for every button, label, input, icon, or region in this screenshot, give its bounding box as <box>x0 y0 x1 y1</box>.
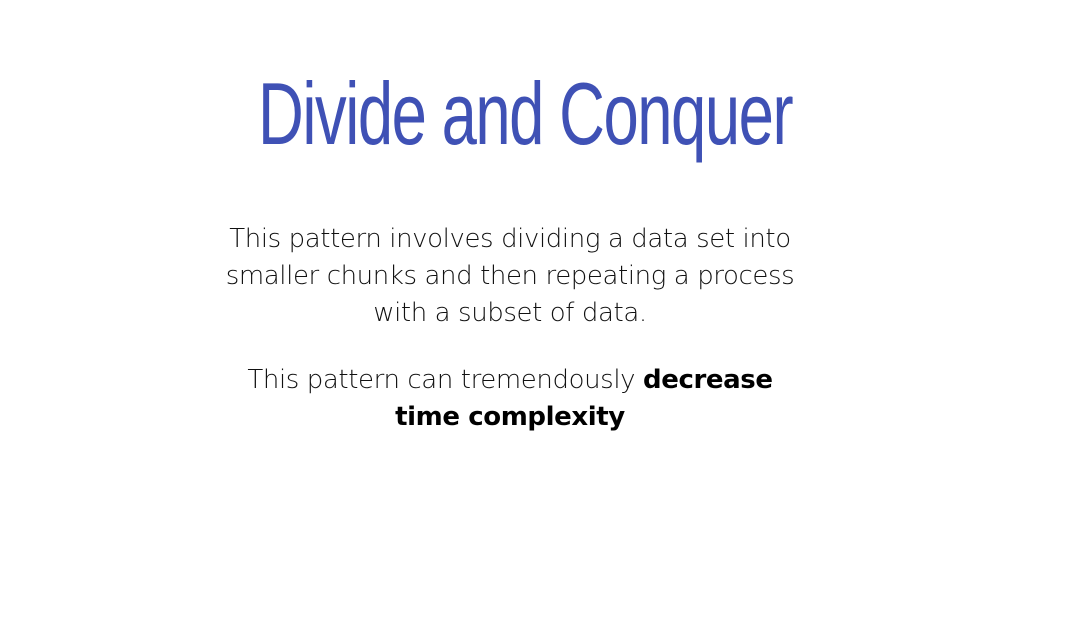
emphasis-paragraph-text: This pattern can tremendously <box>247 365 643 395</box>
slide-title: Divide and Conquer <box>258 64 794 163</box>
slide: Divide and Conquer This pattern involves… <box>0 0 1081 637</box>
emphasis-paragraph: This pattern can tremendously decrease t… <box>220 362 800 436</box>
description-paragraph: This pattern involves dividing a data se… <box>225 224 795 328</box>
